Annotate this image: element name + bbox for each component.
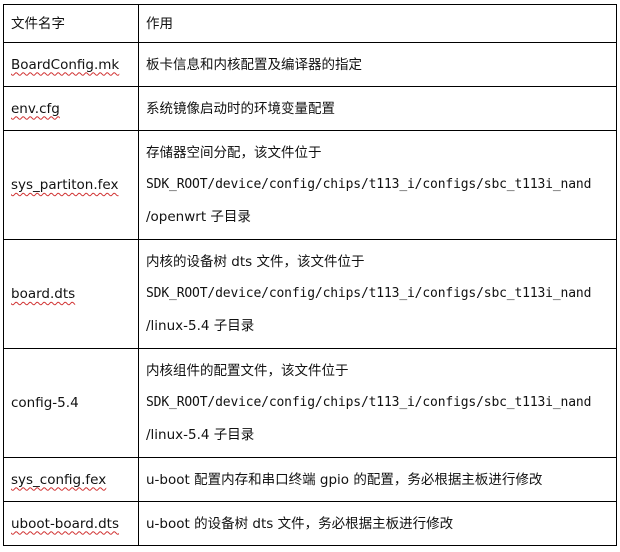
- file-name: config-5.4: [11, 395, 79, 411]
- purpose-lines: u-boot 配置内存和串口终端 gpio 的配置，务必根据主板进行修改: [146, 464, 616, 496]
- file-name-cell: env.cfg: [3, 86, 139, 131]
- purpose-cell: u-boot 配置内存和串口终端 gpio 的配置，务必根据主板进行修改: [138, 457, 617, 502]
- purpose-cell: u-boot 的设备树 dts 文件，务必根据主板进行修改: [138, 501, 617, 546]
- table-body: 文件名字 作用 BoardConfig.mk 板卡信息和内核配置及编译器的指定 en…: [3, 4, 617, 546]
- purpose-lines: u-boot 的设备树 dts 文件，务必根据主板进行修改: [146, 508, 616, 540]
- purpose-cell: 内核组件的配置文件，该文件位于 SDK_ROOT/device/config/ch…: [138, 348, 617, 458]
- purpose-line: SDK_ROOT/device/config/chips/t113_i/conf…: [146, 286, 592, 301]
- file-name: env.cfg: [11, 100, 60, 117]
- purpose-lines: 内核组件的配置文件，该文件位于 SDK_ROOT/device/config/ch…: [146, 355, 616, 451]
- purpose-line: 存储器空间分配，该文件位于: [146, 145, 322, 161]
- file-name: sys_partiton.fex: [11, 177, 119, 193]
- purpose-line: /openwrt 子目录: [146, 209, 251, 225]
- table-row: env.cfg 系统镜像启动时的环境变量配置: [3, 86, 617, 131]
- file-description-table: 文件名字 作用 BoardConfig.mk 板卡信息和内核配置及编译器的指定 en…: [3, 4, 617, 546]
- table-row: sys_partiton.fex 存储器空间分配，该文件位于 SDK_ROOT/de…: [3, 130, 617, 240]
- purpose-line: /linux-5.4 子目录: [146, 427, 255, 443]
- table-row: config-5.4 内核组件的配置文件，该文件位于 SDK_ROOT/device…: [3, 348, 617, 458]
- purpose-cell: 内核的设备树 dts 文件，该文件位于 SDK_ROOT/device/confi…: [138, 239, 617, 349]
- table-row: sys_config.fex u-boot 配置内存和串口终端 gpio 的配置，…: [3, 457, 617, 502]
- file-name-cell: BoardConfig.mk: [3, 42, 139, 87]
- purpose-line: 板卡信息和内核配置及编译器的指定: [146, 56, 362, 73]
- file-name: BoardConfig.mk: [11, 56, 120, 73]
- file-name-cell: uboot-board.dts: [3, 501, 139, 546]
- purpose-line: 系统镜像启动时的环境变量配置: [146, 100, 335, 117]
- purpose-lines: 内核的设备树 dts 文件，该文件位于 SDK_ROOT/device/confi…: [146, 246, 616, 342]
- table-row: BoardConfig.mk 板卡信息和内核配置及编译器的指定: [3, 42, 617, 87]
- header-row: 文件名字 作用: [3, 4, 617, 43]
- file-name-cell: sys_partiton.fex: [3, 130, 139, 240]
- file-name: sys_config.fex: [11, 471, 107, 488]
- file-name-cell: board.dts: [3, 239, 139, 349]
- purpose-lines: 系统镜像启动时的环境变量配置: [146, 93, 616, 125]
- purpose-line: 内核的设备树 dts 文件，该文件位于: [146, 254, 365, 270]
- header-file-name: 文件名字: [3, 4, 139, 43]
- file-name-cell: sys_config.fex: [3, 457, 139, 502]
- purpose-cell: 存储器空间分配，该文件位于 SDK_ROOT/device/config/chip…: [138, 130, 617, 240]
- purpose-lines: 板卡信息和内核配置及编译器的指定: [146, 49, 616, 81]
- file-name: uboot-board.dts: [11, 515, 119, 532]
- purpose-lines: 存储器空间分配，该文件位于 SDK_ROOT/device/config/chip…: [146, 137, 616, 233]
- purpose-line: 内核组件的配置文件，该文件位于: [146, 363, 349, 379]
- header-purpose: 作用: [138, 4, 617, 43]
- file-name: board.dts: [11, 286, 76, 302]
- purpose-line: u-boot 的设备树 dts 文件，务必根据主板进行修改: [146, 515, 454, 532]
- purpose-line: SDK_ROOT/device/config/chips/t113_i/conf…: [146, 395, 592, 410]
- purpose-cell: 板卡信息和内核配置及编译器的指定: [138, 42, 617, 87]
- purpose-cell: 系统镜像启动时的环境变量配置: [138, 86, 617, 131]
- purpose-line: u-boot 配置内存和串口终端 gpio 的配置，务必根据主板进行修改: [146, 471, 543, 488]
- purpose-line: SDK_ROOT/device/config/chips/t113_i/conf…: [146, 177, 592, 192]
- file-name-cell: config-5.4: [3, 348, 139, 458]
- table-row: board.dts 内核的设备树 dts 文件，该文件位于 SDK_ROOT/dev…: [3, 239, 617, 349]
- purpose-line: /linux-5.4 子目录: [146, 318, 255, 334]
- table-row: uboot-board.dts u-boot 的设备树 dts 文件，务必根据主板…: [3, 501, 617, 546]
